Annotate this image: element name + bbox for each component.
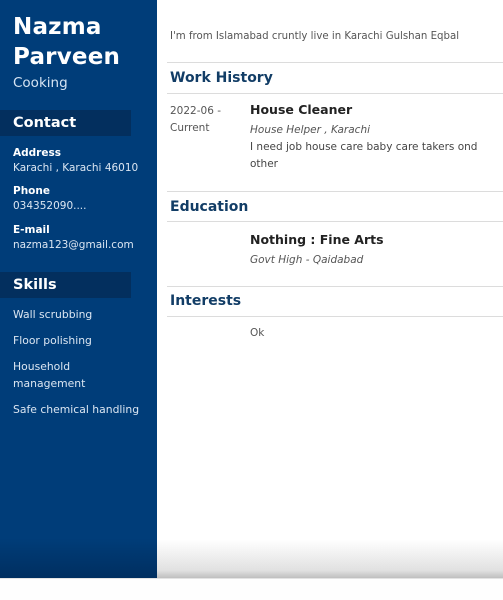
first-name: Nazma (13, 14, 102, 40)
divider (167, 93, 503, 94)
skills-list: Wall scrubbing Floor polishing Household… (13, 306, 153, 427)
education-entry: Nothing : Fine Arts Govt High - Qaidabad (250, 231, 500, 269)
contact-phone: Phone 034352090.... (13, 184, 86, 214)
interests-heading: Interests (170, 293, 242, 309)
divider (167, 221, 503, 222)
email-label: E-mail (13, 224, 50, 236)
work-entry: House Cleaner House Helper , Karachi I n… (250, 101, 500, 173)
divider (167, 62, 503, 63)
job-title: House Cleaner (250, 102, 353, 117)
divider (167, 191, 503, 192)
work-history-heading: Work History (170, 70, 273, 86)
job-employer: House Helper , Karachi (250, 124, 371, 136)
skill-item: Safe chemical handling (13, 403, 140, 416)
email-value: nazma123@gmail.com (13, 239, 134, 251)
work-date-end: Current (170, 122, 210, 134)
last-name: Parveen (13, 44, 121, 70)
education-heading: Education (170, 199, 249, 215)
skill-item: Wall scrubbing (13, 308, 93, 321)
viewer-background (0, 578, 503, 600)
work-entry-dates: 2022-06 - Current (170, 103, 221, 137)
phone-value: 034352090.... (13, 200, 87, 212)
contact-address: Address Karachi , Karachi 46010 (13, 146, 138, 176)
divider (167, 286, 503, 287)
address-label: Address (13, 147, 61, 159)
candidate-name: Nazma Parveen (13, 12, 120, 72)
address-value: Karachi , Karachi 46010 (13, 162, 139, 174)
contact-email: E-mail nazma123@gmail.com (13, 223, 134, 253)
skills-heading: Skills (0, 272, 131, 298)
job-description: I need job house care baby care takers o… (250, 141, 478, 170)
interest-item: Ok (250, 327, 265, 339)
resume-page: Nazma Parveen Cooking Contact Address Ka… (0, 0, 503, 578)
skill-item: Household management (13, 360, 86, 390)
profession: Cooking (13, 75, 68, 91)
work-date-start: 2022-06 - (170, 105, 221, 117)
resume-sidebar: Nazma Parveen Cooking Contact Address Ka… (0, 0, 157, 578)
divider (167, 316, 503, 317)
school-name: Govt High - Qaidabad (250, 254, 364, 266)
summary-text: I'm from Islamabad cruntly live in Karac… (170, 31, 460, 42)
degree-title: Nothing : Fine Arts (250, 232, 384, 247)
phone-label: Phone (13, 185, 50, 197)
resume-main: I'm from Islamabad cruntly live in Karac… (157, 0, 503, 578)
contact-heading: Contact (0, 110, 131, 136)
skill-item: Floor polishing (13, 334, 92, 347)
